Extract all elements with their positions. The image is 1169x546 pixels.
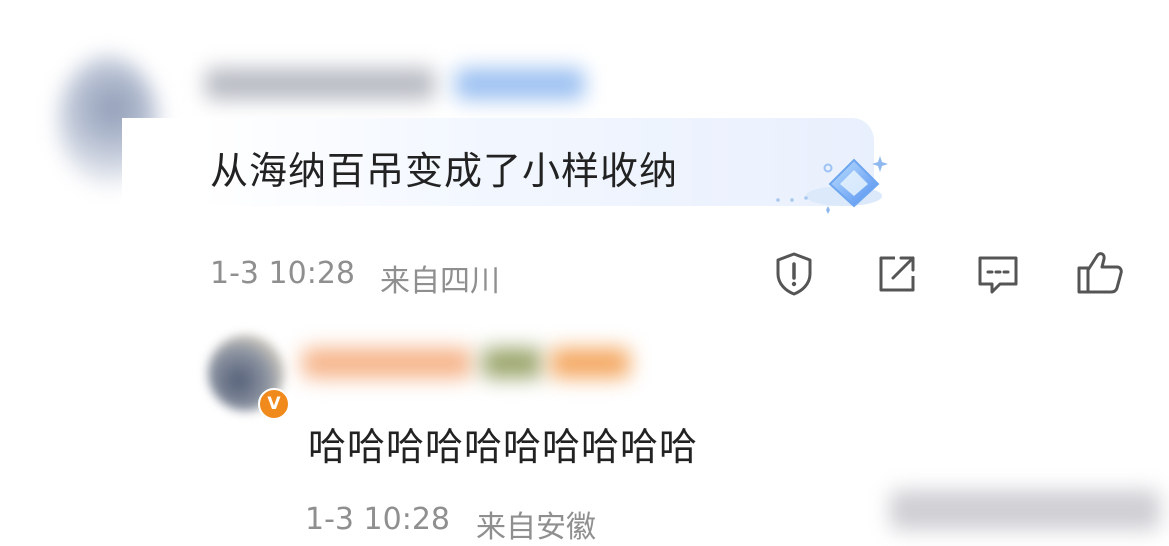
shield-exclamation-icon [776, 252, 812, 296]
comment-bubble-icon [978, 256, 1018, 294]
diamond-sparkle-icon [770, 152, 890, 214]
comment-button[interactable] [974, 250, 1022, 298]
comment-location: 来自安徽 [476, 510, 596, 545]
like-button[interactable] [1075, 248, 1123, 296]
comment-time: 1-3 10:28 [210, 256, 355, 291]
thumbs-up-icon [1077, 252, 1123, 294]
blurred-region [880, 484, 1169, 532]
share-arrow-icon [879, 256, 915, 292]
username-blurred[interactable] [205, 60, 585, 106]
username-blurred[interactable] [302, 342, 632, 384]
report-button[interactable] [770, 250, 818, 298]
comment-text: 哈哈哈哈哈哈哈哈哈哈 [308, 425, 699, 469]
share-button[interactable] [873, 250, 921, 298]
comment-text: 从海纳百吊变成了小样收纳 [210, 149, 679, 193]
verified-badge: V [258, 388, 290, 420]
comment-location: 来自四川 [380, 264, 500, 299]
